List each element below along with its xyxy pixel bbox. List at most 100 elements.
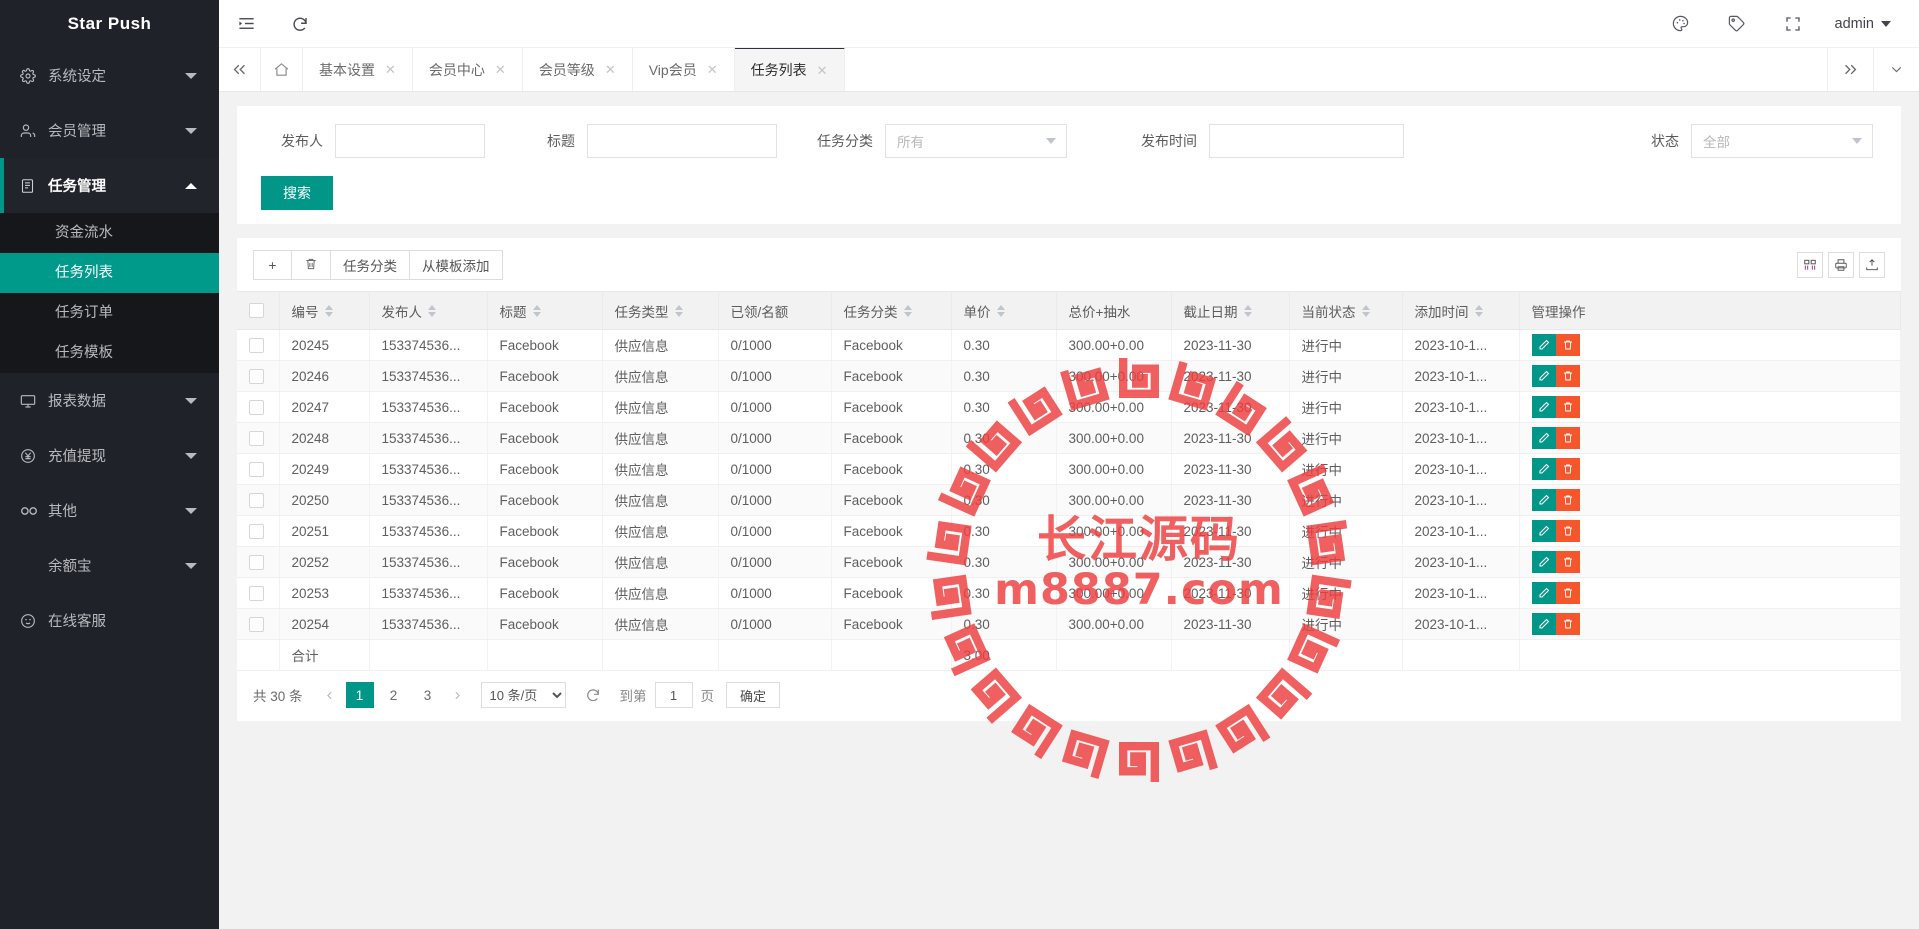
add-button[interactable]: + — [253, 250, 291, 280]
chevron-down-icon[interactable] — [1873, 48, 1919, 91]
row-checkbox-cell[interactable] — [237, 453, 280, 485]
row-delete-button[interactable] — [1555, 396, 1580, 418]
header-deadline[interactable]: 截止日期 — [1171, 291, 1290, 330]
sidebar-subitem-task-list[interactable]: 任务列表 — [0, 253, 219, 293]
page-button-2[interactable]: 2 — [380, 682, 408, 708]
table-row[interactable]: 20253 153374536... Facebook 供应信息 0/1000 Faceb… — [237, 577, 1901, 609]
header-created-at[interactable]: 添加时间 — [1402, 291, 1520, 330]
jump-confirm-button[interactable]: 确定 — [726, 682, 781, 708]
row-checkbox[interactable] — [249, 616, 264, 632]
tab-task-list[interactable]: 任务列表 ✕ — [734, 48, 845, 91]
row-checkbox-cell[interactable] — [237, 577, 280, 609]
chevron-right-icon[interactable] — [445, 682, 471, 708]
row-edit-button[interactable] — [1531, 427, 1556, 449]
table-row[interactable]: 20248 153374536... Facebook 供应信息 0/1000 Faceb… — [237, 422, 1901, 454]
sidebar-item-other[interactable]: 其他 — [0, 483, 219, 538]
table-row[interactable]: 20251 153374536... Facebook 供应信息 0/1000 Faceb… — [237, 515, 1901, 547]
publish-time-input[interactable] — [1209, 124, 1404, 158]
row-checkbox-cell[interactable] — [237, 422, 280, 454]
sort-icon[interactable] — [674, 304, 683, 317]
row-checkbox[interactable] — [249, 337, 264, 353]
row-edit-button[interactable] — [1531, 551, 1556, 573]
row-checkbox-cell[interactable] — [237, 360, 280, 392]
home-icon[interactable] — [261, 48, 303, 91]
select-all-checkbox[interactable] — [249, 303, 264, 319]
row-checkbox[interactable] — [249, 368, 264, 384]
page-size-select[interactable]: 10 条/页20 条/页50 条/页100 条/页 — [480, 682, 566, 708]
row-checkbox[interactable] — [249, 554, 264, 570]
tab-vip-member[interactable]: Vip会员 ✕ — [633, 48, 735, 91]
row-checkbox-cell[interactable] — [237, 329, 280, 361]
close-icon[interactable]: ✕ — [495, 63, 506, 76]
close-icon[interactable]: ✕ — [605, 63, 616, 76]
row-delete-button[interactable] — [1555, 489, 1580, 511]
row-checkbox-cell[interactable] — [237, 515, 280, 547]
chevron-left-icon[interactable] — [317, 682, 343, 708]
row-delete-button[interactable] — [1555, 365, 1580, 387]
palette-icon[interactable] — [1653, 0, 1709, 48]
user-menu[interactable]: admin — [1821, 0, 1900, 48]
menu-fold-icon[interactable] — [219, 0, 273, 48]
row-delete-button[interactable] — [1555, 582, 1580, 604]
double-chevron-right-icon[interactable] — [1827, 48, 1873, 91]
pagination-refresh-icon[interactable] — [578, 682, 608, 708]
publisher-input[interactable] — [335, 124, 485, 158]
delete-button[interactable] — [291, 250, 330, 280]
row-edit-button[interactable] — [1531, 396, 1556, 418]
search-button[interactable]: 搜索 — [261, 176, 333, 210]
row-delete-button[interactable] — [1555, 551, 1580, 573]
sort-icon[interactable] — [1474, 304, 1483, 317]
refresh-icon[interactable] — [273, 0, 327, 48]
table-row[interactable]: 20246 153374536... Facebook 供应信息 0/1000 Faceb… — [237, 360, 1901, 392]
header-title[interactable]: 标题 — [487, 291, 603, 330]
double-chevron-left-icon[interactable] — [219, 48, 261, 91]
row-edit-button[interactable] — [1531, 520, 1556, 542]
close-icon[interactable]: ✕ — [707, 63, 718, 76]
tag-icon[interactable] — [1709, 0, 1765, 48]
sidebar-item-member-management[interactable]: 会员管理 — [0, 103, 219, 158]
jump-page-input[interactable] — [654, 682, 693, 708]
header-status[interactable]: 当前状态 — [1289, 291, 1403, 330]
table-row[interactable]: 20254 153374536... Facebook 供应信息 0/1000 Faceb… — [237, 608, 1901, 640]
sidebar-item-recharge-withdraw[interactable]: 充值提现 — [0, 428, 219, 483]
row-checkbox[interactable] — [249, 430, 264, 446]
status-select[interactable]: 全部 — [1691, 124, 1873, 158]
row-checkbox[interactable] — [249, 523, 264, 539]
row-delete-button[interactable] — [1555, 427, 1580, 449]
row-checkbox[interactable] — [249, 492, 264, 508]
tab-member-level[interactable]: 会员等级 ✕ — [523, 48, 633, 91]
page-button-3[interactable]: 3 — [414, 682, 442, 708]
row-checkbox-cell[interactable] — [237, 546, 280, 578]
row-delete-button[interactable] — [1555, 458, 1580, 480]
row-checkbox[interactable] — [249, 399, 264, 415]
header-task-type[interactable]: 任务类型 — [602, 291, 719, 330]
fullscreen-icon[interactable] — [1765, 0, 1821, 48]
tab-member-center[interactable]: 会员中心 ✕ — [413, 48, 523, 91]
sort-icon[interactable] — [903, 304, 912, 317]
sidebar-item-yuebao[interactable]: 余额宝 — [0, 538, 219, 593]
sidebar-item-report-data[interactable]: 报表数据 — [0, 373, 219, 428]
table-row[interactable]: 20247 153374536... Facebook 供应信息 0/1000 Faceb… — [237, 391, 1901, 423]
print-icon[interactable] — [1828, 252, 1854, 278]
sidebar-subitem-fund-flow[interactable]: 资金流水 — [0, 213, 219, 253]
columns-icon[interactable] — [1797, 252, 1823, 278]
row-edit-button[interactable] — [1531, 458, 1556, 480]
close-icon[interactable]: ✕ — [385, 63, 396, 76]
sidebar-item-task-management[interactable]: 任务管理 — [0, 158, 219, 213]
row-edit-button[interactable] — [1531, 582, 1556, 604]
row-delete-button[interactable] — [1555, 613, 1580, 635]
sidebar-subitem-task-orders[interactable]: 任务订单 — [0, 293, 219, 333]
table-row[interactable]: 20250 153374536... Facebook 供应信息 0/1000 Faceb… — [237, 484, 1901, 516]
table-row[interactable]: 20252 153374536... Facebook 供应信息 0/1000 Faceb… — [237, 546, 1901, 578]
row-checkbox-cell[interactable] — [237, 608, 280, 640]
sort-icon[interactable] — [532, 304, 541, 317]
header-select-all[interactable] — [237, 291, 280, 330]
row-checkbox-cell[interactable] — [237, 391, 280, 423]
row-delete-button[interactable] — [1555, 334, 1580, 356]
add-from-template-button[interactable]: 从模板添加 — [409, 250, 503, 280]
task-category-select[interactable]: 所有 — [885, 124, 1067, 158]
sort-icon[interactable] — [324, 304, 333, 317]
sidebar-subitem-task-templates[interactable]: 任务模板 — [0, 333, 219, 373]
table-row[interactable]: 20249 153374536... Facebook 供应信息 0/1000 Faceb… — [237, 453, 1901, 485]
task-category-button[interactable]: 任务分类 — [330, 250, 409, 280]
